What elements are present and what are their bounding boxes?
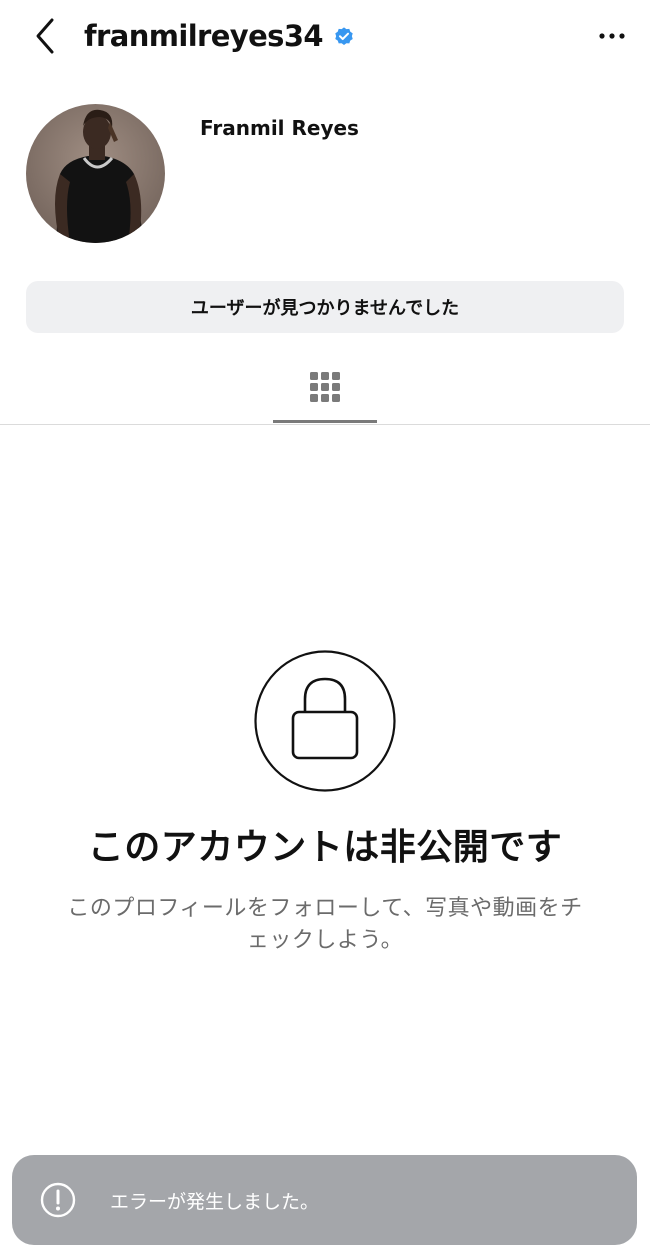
lock-icon [254, 650, 396, 792]
top-navigation-bar: franmilreyes34 [0, 0, 650, 76]
private-account-title: このアカウントは非公開です [87, 827, 563, 868]
user-not-found-button[interactable]: ユーザーが見つかりませんでした [26, 281, 624, 333]
grid-icon [310, 372, 340, 402]
back-button[interactable] [26, 14, 66, 58]
verified-badge-icon [335, 27, 353, 45]
ellipsis-icon [599, 33, 625, 39]
tab-grid[interactable] [273, 350, 377, 424]
more-options-button[interactable] [594, 18, 630, 54]
description-line-2: ェックしよう。 [246, 928, 404, 953]
error-toast: エラーが発生しました。 [12, 1155, 637, 1245]
active-tab-indicator [273, 420, 377, 423]
description-line-1: このプロフィールをフォローして、写真や動画をチ [67, 896, 583, 921]
display-name: Franmil Reyes [200, 116, 359, 140]
avatar[interactable] [26, 104, 165, 243]
exclamation-circle-icon [40, 1182, 76, 1218]
private-account-description: このプロフィールをフォローして、写真や動画をチ ェックしよう。 [60, 893, 590, 957]
avatar-photo [26, 104, 165, 243]
username-text: franmilreyes34 [84, 19, 324, 53]
toast-message: エラーが発生しました。 [110, 1190, 320, 1213]
chevron-left-icon [36, 18, 54, 54]
private-lock-badge [254, 650, 396, 792]
profile-username: franmilreyes34 [84, 16, 355, 56]
profile-tab-bar [0, 350, 650, 425]
